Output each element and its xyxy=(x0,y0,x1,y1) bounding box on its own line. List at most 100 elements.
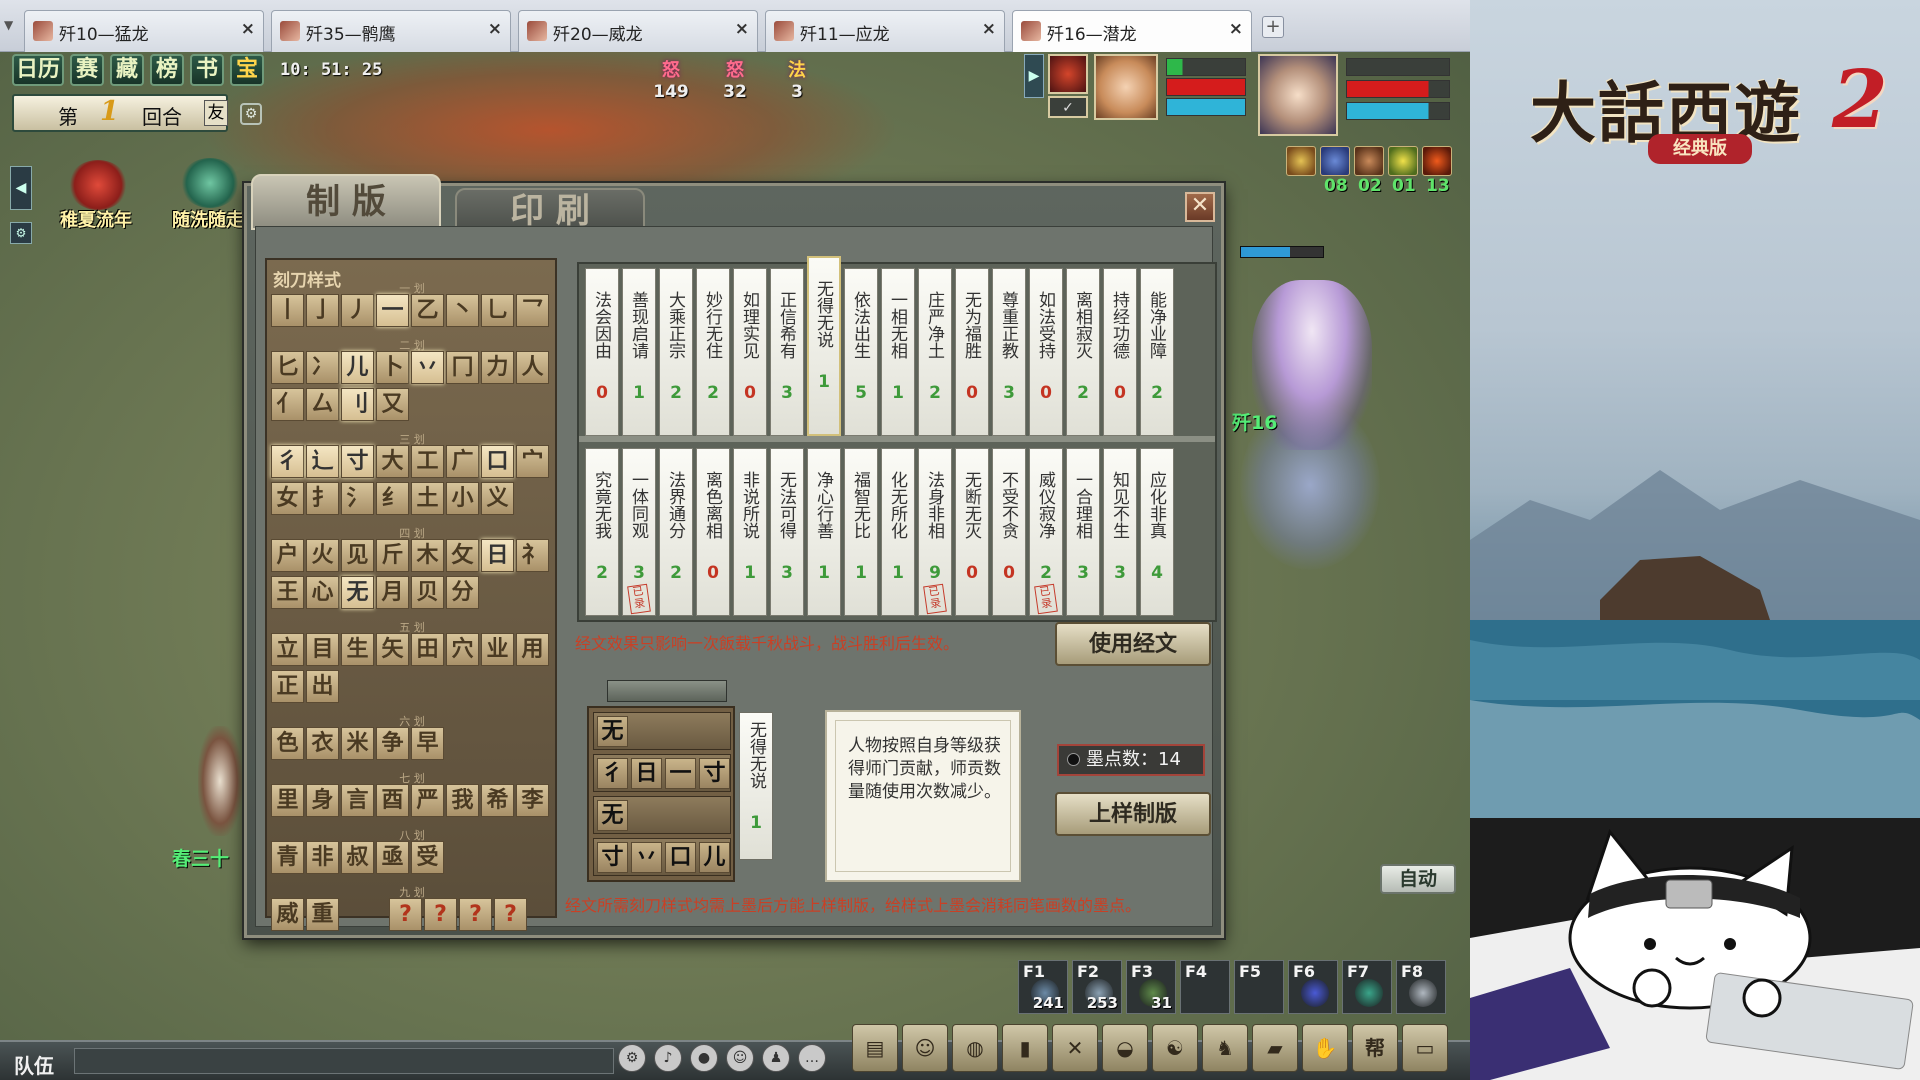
stroke-tile[interactable]: 户 xyxy=(271,539,304,572)
calendar-button[interactable]: 日历 xyxy=(12,54,64,86)
buff-icon[interactable] xyxy=(1354,146,1384,176)
horse-icon[interactable]: ♞ xyxy=(1202,1024,1248,1072)
stroke-tile[interactable]: 儿 xyxy=(341,351,374,384)
stroke-tile[interactable]: 一 xyxy=(376,294,409,327)
stroke-tile[interactable]: 氵 xyxy=(341,482,374,515)
stroke-tile[interactable]: 争 xyxy=(376,727,409,760)
summer-event-icon[interactable] xyxy=(68,160,128,210)
mute-icon[interactable]: ♪ xyxy=(654,1044,682,1072)
stroke-tile[interactable]: 工 xyxy=(411,445,444,478)
buff-icon[interactable] xyxy=(1388,146,1418,176)
stroke-tile[interactable]: 贝 xyxy=(411,576,444,609)
stroke-tile[interactable]: 纟 xyxy=(376,482,409,515)
sutra-card[interactable]: 尊重正教 3 xyxy=(992,268,1026,436)
close-dialog-button[interactable]: ✕ xyxy=(1185,192,1215,222)
stroke-tile[interactable]: ? xyxy=(459,898,492,931)
stroke-tile[interactable]: 义 xyxy=(481,482,514,515)
hotkey-slot[interactable]: F5 xyxy=(1234,960,1284,1014)
bag-icon[interactable]: ◍ xyxy=(952,1024,998,1072)
plate-stroke-tile[interactable]: 儿 xyxy=(699,842,730,873)
stroke-tile[interactable]: 色 xyxy=(271,727,304,760)
stroke-tile[interactable]: 早 xyxy=(411,727,444,760)
sutra-card[interactable]: 法会因由 0 xyxy=(585,268,619,436)
stroke-tile[interactable]: 女 xyxy=(271,482,304,515)
stroke-tile[interactable]: 受 xyxy=(411,841,444,874)
stroke-tile[interactable]: 王 xyxy=(271,576,304,609)
sutra-card[interactable]: 不受不贪 0 xyxy=(992,448,1026,616)
client-tab[interactable]: 歼20—威龙 × xyxy=(518,10,758,52)
pet-avatar[interactable] xyxy=(1094,54,1158,120)
sutra-card[interactable]: 无断无灭 0 xyxy=(955,448,989,616)
sutra-card[interactable]: 庄严净土 2 xyxy=(918,268,952,436)
collapse-left-arrow-icon[interactable]: ◀ xyxy=(10,166,32,210)
handshake-icon[interactable]: ✋ xyxy=(1302,1024,1348,1072)
ally-button[interactable]: 友 xyxy=(204,100,228,126)
make-plate-button[interactable]: 上样制版 xyxy=(1055,792,1211,836)
use-sutra-button[interactable]: 使用经文 xyxy=(1055,622,1211,666)
stroke-tile[interactable]: 衣 xyxy=(306,727,339,760)
wash-event-icon[interactable] xyxy=(180,158,240,208)
summon-avatar[interactable] xyxy=(1048,54,1088,94)
book-icon[interactable]: ▰ xyxy=(1252,1024,1298,1072)
plate-stroke-tile[interactable]: 口 xyxy=(665,842,696,873)
card-icon[interactable]: ▮ xyxy=(1002,1024,1048,1072)
sutra-card[interactable]: 无为福胜 0 xyxy=(955,268,989,436)
stroke-tile[interactable]: 丿 xyxy=(341,294,374,327)
stroke-tile[interactable]: 穴 xyxy=(446,633,479,666)
stroke-tile[interactable]: 立 xyxy=(271,633,304,666)
stroke-tile[interactable]: 青 xyxy=(271,841,304,874)
sutra-card[interactable]: 法身非相 9 已录 xyxy=(918,448,952,616)
stroke-tile[interactable]: 广 xyxy=(446,445,479,478)
face-icon[interactable]: ☺ xyxy=(902,1024,948,1072)
stroke-tile[interactable]: 目 xyxy=(306,633,339,666)
stroke-tile[interactable]: 亟 xyxy=(376,841,409,874)
stroke-tile[interactable]: 丷 xyxy=(411,351,444,384)
plate-stroke-tile[interactable]: 丷 xyxy=(631,842,662,873)
stroke-tile[interactable]: 火 xyxy=(306,539,339,572)
team-button[interactable]: 队伍 xyxy=(14,1050,54,1079)
yinyang-icon[interactable]: ☯ xyxy=(1152,1024,1198,1072)
stroke-tile[interactable]: 乚 xyxy=(481,294,514,327)
stroke-tile[interactable]: 心 xyxy=(306,576,339,609)
sutra-card[interactable]: 无法可得 3 xyxy=(770,448,804,616)
stroke-tile[interactable]: 正 xyxy=(271,670,304,703)
stroke-tile[interactable]: 丨 xyxy=(271,294,304,327)
buff-icon[interactable] xyxy=(1422,146,1452,176)
sutra-card[interactable]: 离相寂灭 2 xyxy=(1066,268,1100,436)
book-button[interactable]: 书 xyxy=(190,54,224,86)
sutra-card[interactable]: 法界通分 2 xyxy=(659,448,693,616)
treasure-button[interactable]: 宝 xyxy=(230,54,264,86)
chat-bubble-icon[interactable]: … xyxy=(798,1044,826,1072)
stroke-tile[interactable]: 力 xyxy=(481,351,514,384)
close-icon[interactable]: × xyxy=(735,19,749,39)
stroke-tile[interactable]: 冫 xyxy=(306,351,339,384)
sutra-card[interactable]: 依法出生 5 xyxy=(844,268,878,436)
stroke-tile[interactable]: 冂 xyxy=(446,351,479,384)
stroke-tile[interactable]: 分 xyxy=(446,576,479,609)
checkmark-icon[interactable]: ✓ xyxy=(1048,96,1088,118)
close-icon[interactable]: × xyxy=(241,19,255,39)
plate-stroke-tile[interactable]: 寸 xyxy=(699,758,730,789)
microphone-icon[interactable]: ● xyxy=(690,1044,718,1072)
stroke-tile[interactable]: 米 xyxy=(341,727,374,760)
stroke-tile[interactable]: 重 xyxy=(306,898,339,931)
stroke-tile[interactable]: 辶 xyxy=(306,445,339,478)
close-icon[interactable]: × xyxy=(1229,19,1243,39)
client-tab[interactable]: 歼10—猛龙 × xyxy=(24,10,264,52)
friend-icon[interactable]: ☺ xyxy=(726,1044,754,1072)
hotkey-slot[interactable]: F8 xyxy=(1396,960,1446,1014)
stroke-tile[interactable]: 希 xyxy=(481,784,514,817)
settings-small-icon[interactable]: ⚙ xyxy=(10,222,32,244)
helmet-icon[interactable]: ◒ xyxy=(1102,1024,1148,1072)
stroke-tile[interactable]: 业 xyxy=(481,633,514,666)
sutra-card[interactable]: 善现启请 1 xyxy=(622,268,656,436)
client-tab[interactable]: 歼35—鹘鹰 × xyxy=(271,10,511,52)
stroke-tile[interactable]: 木 xyxy=(411,539,444,572)
sutra-card[interactable]: 威仪寂净 2 已录 xyxy=(1029,448,1063,616)
client-tab[interactable]: 歼11—应龙 × xyxy=(765,10,1005,52)
stroke-tile[interactable]: 攵 xyxy=(446,539,479,572)
stroke-tile[interactable]: 小 xyxy=(446,482,479,515)
stroke-tile[interactable]: 斤 xyxy=(376,539,409,572)
plate-stroke-tile[interactable]: 寸 xyxy=(597,842,628,873)
hotkey-slot[interactable]: F4 xyxy=(1180,960,1230,1014)
